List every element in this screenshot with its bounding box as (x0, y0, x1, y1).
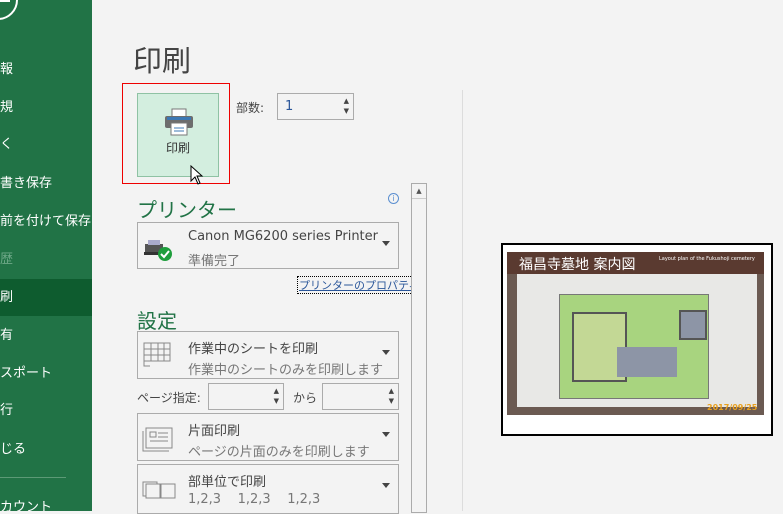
spin-down-icon[interactable]: ▼ (389, 398, 394, 405)
chevron-down-icon (382, 350, 390, 355)
copies-value: 1 (285, 99, 294, 114)
printer-dropdown[interactable]: Canon MG6200 series Printer 準備完了 (137, 222, 399, 269)
sign-title: 福昌寺墓地 案内図 (519, 257, 636, 273)
nav-info[interactable]: 報 (0, 51, 92, 88)
print-what-dropdown[interactable]: 作業中のシートを印刷 作業中のシートのみを印刷します (137, 331, 399, 379)
nav-account[interactable]: カウント (0, 489, 92, 511)
printer-properties-link[interactable]: プリンターのプロパティ (297, 276, 422, 294)
printer-heading: プリンター (137, 198, 237, 222)
sheet-grid-icon (143, 342, 171, 367)
print-what-title: 作業中のシートを印刷 (188, 342, 319, 357)
copies-spinner[interactable]: 1 ▲ ▼ (277, 93, 354, 120)
pages-to-label: から (293, 391, 318, 405)
spin-up-icon[interactable]: ▲ (344, 98, 349, 105)
backstage-sidebar: 報 規 く 書き保存 前を付けて保存 歴 刷 有 スポート 行 じる カウント (0, 0, 92, 511)
printer-icon (165, 108, 193, 136)
nav-print[interactable]: 刷 (0, 279, 92, 316)
spin-up-icon[interactable]: ▲ (389, 388, 394, 395)
chevron-down-icon (382, 432, 390, 437)
nav-save-as[interactable]: 前を付けて保存 (0, 203, 92, 240)
info-icon[interactable]: i (388, 193, 399, 204)
sign-subtitle: Layout plan of the Fukushoji cemetery (659, 256, 755, 262)
nav-history: 歴 (0, 252, 14, 267)
settings-scrollbar[interactable]: ▲ (411, 183, 427, 513)
chevron-down-icon (382, 241, 390, 246)
back-arrow-icon[interactable] (0, 0, 18, 20)
spin-up-icon[interactable]: ▲ (274, 388, 279, 395)
sidebar-divider (0, 477, 66, 478)
settings-heading: 設定 (137, 309, 177, 333)
mouse-cursor-icon (190, 165, 204, 185)
nav-open[interactable]: く (0, 126, 92, 163)
print-button-label: 印刷 (165, 141, 190, 155)
spin-down-icon[interactable]: ▼ (274, 398, 279, 405)
preview-divider (462, 90, 463, 511)
pages-to-input[interactable]: ▲ ▼ (322, 383, 399, 410)
nav-close[interactable]: じる (0, 431, 92, 468)
copies-label: 部数: (236, 101, 265, 115)
pages-from-input[interactable]: ▲ ▼ (208, 383, 284, 410)
nav-save[interactable]: 書き保存 (0, 165, 92, 202)
printer-status: 準備完了 (188, 254, 241, 269)
preview-image: 福昌寺墓地 案内図 Layout plan of the Fukushoji c… (507, 252, 764, 415)
collate-desc: 1,2,3 1,2,3 1,2,3 (188, 492, 321, 507)
collate-title: 部単位で印刷 (188, 475, 267, 490)
scroll-up-icon[interactable]: ▲ (412, 184, 426, 199)
sides-title: 片面印刷 (188, 424, 241, 439)
pages-label: ページ指定: (137, 391, 201, 405)
nav-share[interactable]: 有 (0, 317, 92, 354)
collated-icon (142, 481, 176, 499)
chevron-down-icon (382, 483, 390, 488)
nav-publish[interactable]: 行 (0, 392, 92, 429)
sides-dropdown[interactable]: 片面印刷 ページの片面のみを印刷します (137, 413, 399, 461)
nav-export[interactable]: スポート (0, 355, 92, 392)
page-title: 印刷 (133, 44, 192, 78)
sides-desc: ページの片面のみを印刷します (188, 445, 370, 460)
print-button[interactable]: 印刷 (137, 93, 219, 177)
nav-new[interactable]: 規 (0, 89, 92, 126)
spin-down-icon[interactable]: ▼ (344, 108, 349, 115)
one-sided-icon (142, 427, 173, 452)
printer-name: Canon MG6200 series Printer (188, 229, 378, 244)
date-stamp: 2017/09/25 (707, 403, 758, 412)
collate-dropdown[interactable]: 部単位で印刷 1,2,3 1,2,3 1,2,3 (137, 464, 399, 514)
printer-ready-icon (144, 240, 172, 261)
print-what-desc: 作業中のシートのみを印刷します (188, 363, 384, 378)
